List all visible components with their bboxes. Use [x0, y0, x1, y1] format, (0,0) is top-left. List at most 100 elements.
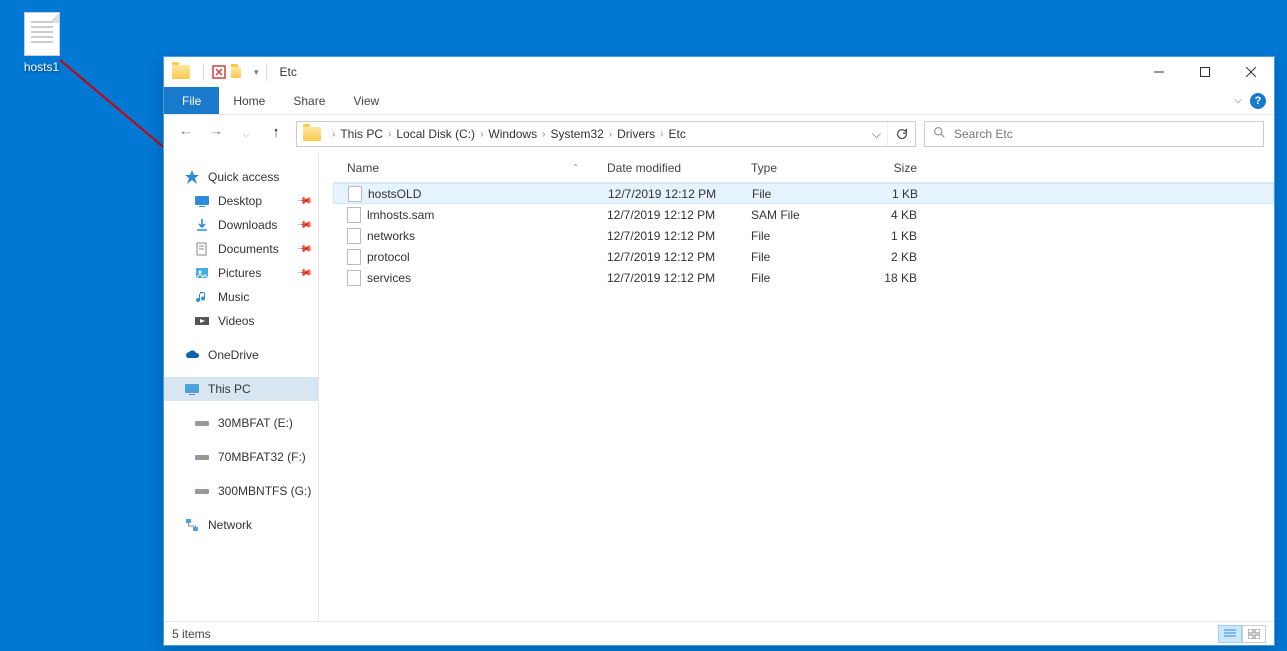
nav-quick-access[interactable]: Quick access [164, 165, 318, 189]
help-icon[interactable]: ? [1250, 93, 1266, 109]
nav-up-button[interactable]: 🠑 [264, 122, 288, 146]
nav-documents[interactable]: Documents 📌 [164, 237, 318, 261]
tab-home[interactable]: Home [219, 87, 279, 114]
folder-icon [303, 127, 321, 141]
nav-label: Desktop [218, 194, 262, 208]
search-icon [933, 126, 946, 142]
pictures-icon [194, 265, 210, 281]
drive-icon [194, 415, 210, 431]
pin-icon: 📌 [295, 217, 312, 234]
nav-music[interactable]: Music [164, 285, 318, 309]
col-header-name[interactable]: Name⌃ [339, 161, 599, 175]
nav-back-button[interactable]: 🠐 [174, 122, 198, 146]
address-bar[interactable]: › This PC › Local Disk (C:) › Windows › … [296, 121, 916, 147]
search-input[interactable] [954, 127, 1263, 141]
file-date: 12/7/2019 12:12 PM [599, 271, 743, 285]
nav-label: Videos [218, 314, 254, 328]
onedrive-icon [184, 347, 200, 363]
chevron-right-icon[interactable]: › [609, 129, 612, 140]
view-large-button[interactable] [1242, 625, 1266, 643]
refresh-button[interactable] [887, 122, 915, 146]
minimize-button[interactable] [1136, 57, 1182, 87]
file-name: protocol [367, 250, 410, 264]
desktop-file-hosts1[interactable]: hosts1 [14, 12, 69, 74]
nav-drive-g[interactable]: 300MBNTFS (G:) [164, 479, 318, 503]
nav-label: 70MBFAT32 (F:) [218, 450, 306, 464]
breadcrumb-c[interactable]: Local Disk (C:) [396, 127, 475, 141]
col-header-size[interactable]: Size [861, 161, 929, 175]
nav-drive-e[interactable]: 30MBFAT (E:) [164, 411, 318, 435]
qat-newfolder-icon[interactable] [231, 64, 247, 80]
tab-share[interactable]: Share [279, 87, 339, 114]
nav-forward-button[interactable]: 🠒 [204, 122, 228, 146]
view-details-button[interactable] [1218, 625, 1242, 643]
file-size: 2 KB [861, 250, 929, 264]
nav-drive-f[interactable]: 70MBFAT32 (F:) [164, 445, 318, 469]
tab-view[interactable]: View [339, 87, 393, 114]
breadcrumb-system32[interactable]: System32 [550, 127, 603, 141]
nav-recent-chevron-icon[interactable]: ⌵ [234, 122, 258, 146]
file-row[interactable]: services 12/7/2019 12:12 PM File 18 KB [333, 267, 1274, 288]
file-row[interactable]: protocol 12/7/2019 12:12 PM File 2 KB [333, 246, 1274, 267]
close-button[interactable] [1228, 57, 1274, 87]
col-header-type[interactable]: Type [743, 161, 861, 175]
pin-icon: 📌 [295, 265, 312, 282]
col-header-date[interactable]: Date modified [599, 161, 743, 175]
qat-customize-chevron-icon[interactable]: ▾ [254, 67, 259, 78]
address-row: 🠐 🠒 ⌵ 🠑 › This PC › Local Disk (C:) › Wi… [164, 115, 1274, 153]
file-size: 4 KB [861, 208, 929, 222]
nav-label: OneDrive [208, 348, 259, 362]
maximize-button[interactable] [1182, 57, 1228, 87]
drive-icon [194, 449, 210, 465]
file-size: 1 KB [861, 229, 929, 243]
file-row[interactable]: networks 12/7/2019 12:12 PM File 1 KB [333, 225, 1274, 246]
nav-label: Quick access [208, 170, 279, 184]
file-type: File [744, 187, 862, 201]
file-icon [347, 249, 361, 265]
nav-onedrive[interactable]: OneDrive [164, 343, 318, 367]
pin-icon: 📌 [295, 193, 312, 210]
address-history-chevron-icon[interactable]: ⌵ [865, 122, 887, 146]
qat-properties-icon[interactable] [211, 64, 227, 80]
navigation-pane: Quick access Desktop 📌 Downloads 📌 Docum… [164, 153, 319, 621]
file-date: 12/7/2019 12:12 PM [600, 187, 744, 201]
breadcrumb-this-pc[interactable]: This PC [340, 127, 383, 141]
file-row[interactable]: lmhosts.sam 12/7/2019 12:12 PM SAM File … [333, 204, 1274, 225]
breadcrumb-windows[interactable]: Windows [488, 127, 537, 141]
nav-label: Documents [218, 242, 279, 256]
nav-videos[interactable]: Videos [164, 309, 318, 333]
file-date: 12/7/2019 12:12 PM [599, 229, 743, 243]
folder-icon [172, 65, 190, 79]
nav-desktop[interactable]: Desktop 📌 [164, 189, 318, 213]
file-name: networks [367, 229, 415, 243]
chevron-right-icon[interactable]: › [480, 129, 483, 140]
chevron-right-icon[interactable]: › [542, 129, 545, 140]
chevron-right-icon[interactable]: › [332, 129, 335, 140]
sort-asc-icon: ⌃ [572, 163, 579, 172]
breadcrumb-etc[interactable]: Etc [668, 127, 685, 141]
search-box[interactable] [924, 121, 1264, 147]
file-date: 12/7/2019 12:12 PM [599, 250, 743, 264]
titlebar[interactable]: ▾ Etc [164, 57, 1274, 87]
ribbon: File Home Share View ⌵ ? [164, 87, 1274, 115]
file-row[interactable]: hostsOLD 12/7/2019 12:12 PM File 1 KB [333, 183, 1274, 204]
file-size: 1 KB [862, 187, 930, 201]
breadcrumb-drivers[interactable]: Drivers [617, 127, 655, 141]
chevron-right-icon[interactable]: › [388, 129, 391, 140]
file-type: File [743, 271, 861, 285]
file-list-area[interactable]: Name⌃ Date modified Type Size hostsOLD 1… [319, 153, 1274, 621]
chevron-right-icon[interactable]: › [660, 129, 663, 140]
nav-pictures[interactable]: Pictures 📌 [164, 261, 318, 285]
nav-label: Downloads [218, 218, 277, 232]
ribbon-expand-icon[interactable]: ⌵ [1234, 95, 1242, 106]
nav-downloads[interactable]: Downloads 📌 [164, 213, 318, 237]
tab-file[interactable]: File [164, 87, 219, 114]
nav-this-pc[interactable]: This PC [164, 377, 318, 401]
file-icon [24, 12, 60, 56]
this-pc-icon [184, 381, 200, 397]
statusbar: 5 items [164, 621, 1274, 645]
window-title: Etc [280, 65, 1136, 79]
nav-label: This PC [208, 382, 251, 396]
nav-network[interactable]: Network [164, 513, 318, 537]
file-type: File [743, 229, 861, 243]
